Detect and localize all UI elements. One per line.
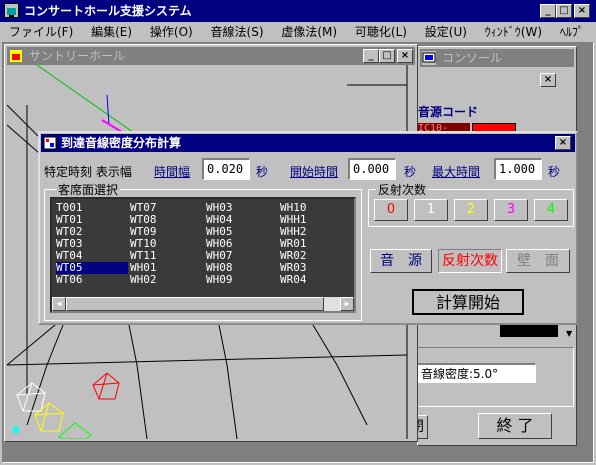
wall-display-button[interactable]: 壁 面 <box>506 249 570 273</box>
reflect-2-button[interactable]: 2 <box>454 199 488 221</box>
hall-title: サントリーホール <box>29 49 126 63</box>
ray-density-dialog: 到達音線密度分布計算 × 特定時刻 表示幅 時間幅 0.020 秒 開始時間 0… <box>38 131 578 325</box>
list-item[interactable]: WH02 <box>130 274 202 286</box>
source-display-button[interactable]: 音 源 <box>370 249 432 273</box>
menu-image[interactable]: 虚像法(M) <box>274 25 344 39</box>
reflect-0-button[interactable]: 0 <box>374 199 408 221</box>
console-scroll-arrow[interactable]: ▼ <box>566 329 576 339</box>
menu-audible[interactable]: 可聴化(L) <box>348 25 414 39</box>
max-time-label[interactable]: 最大時間 <box>432 163 480 180</box>
console-titlebar: コンソール <box>420 49 574 67</box>
console-close-button[interactable]: × <box>540 73 556 87</box>
time-width-unit: 秒 <box>256 165 269 179</box>
start-time-label[interactable]: 開始時間 <box>290 163 338 180</box>
reflect-1-button[interactable]: 1 <box>414 199 448 221</box>
reflect-4-button[interactable]: 4 <box>534 199 568 221</box>
list-item[interactable]: WT06 <box>56 274 128 286</box>
hall-minimize-button[interactable]: _ <box>363 49 379 63</box>
scroll-right-button[interactable]: ▶ <box>340 297 354 311</box>
hall-icon <box>9 49 23 63</box>
reflect-display-button[interactable]: 反射次数 <box>438 249 502 273</box>
dialog-title: 到達音線密度分布計算 <box>61 136 182 150</box>
seat-column-2: WT07 WT08 WT09 WT10 WT11 WH01 WH02 <box>130 202 202 286</box>
maximize-button[interactable]: □ <box>556 4 572 18</box>
app-icon <box>4 3 19 18</box>
seat-list-scrollbar[interactable]: ◀ ▶ <box>52 297 354 311</box>
start-time-field[interactable]: 0.000 <box>348 158 396 180</box>
console-icon <box>422 51 436 65</box>
minimize-button[interactable]: _ <box>540 4 556 18</box>
main-titlebar: コンサートホール支援システム _ □ × <box>0 0 596 22</box>
end-button[interactable]: 終 了 <box>478 413 552 439</box>
dialog-titlebar: 到達音線密度分布計算 × <box>41 134 575 152</box>
source-code-label: 音源コード <box>418 105 479 119</box>
hall-close-button[interactable]: × <box>397 49 413 63</box>
console-title: コンソール <box>442 51 503 65</box>
seat-column-1: T001 WT01 WT02 WT03 WT04 WT05 WT06 <box>56 202 128 286</box>
main-title: コンサートホール支援システム <box>24 4 192 18</box>
time-label: 特定時刻 表示幅 <box>44 165 132 179</box>
dialog-icon <box>43 136 57 150</box>
menu-file[interactable]: ファイル(F) <box>2 25 80 39</box>
hall-maximize-button[interactable]: □ <box>379 49 395 63</box>
seat-list[interactable]: T001 WT01 WT02 WT03 WT04 WT05 WT06 WT07 … <box>50 197 356 313</box>
close-button[interactable]: × <box>574 4 590 18</box>
menu-window[interactable]: ｳｨﾝﾄﾞｳ(W) <box>478 25 549 39</box>
scroll-left-button[interactable]: ◀ <box>52 297 66 311</box>
start-time-unit: 秒 <box>404 165 417 179</box>
seat-column-3: WH03 WH04 WH05 WH06 WH07 WH08 WH09 <box>206 202 278 286</box>
time-width-label[interactable]: 時間幅 <box>154 163 190 180</box>
menu-settings[interactable]: 設定(U) <box>418 25 474 39</box>
list-item[interactable]: WR04 <box>280 274 352 286</box>
menu-ray[interactable]: 音線法(S) <box>204 25 271 39</box>
density-field: 音線密度:5.0° <box>416 363 536 383</box>
hall-titlebar: サントリーホール _ □ × <box>7 47 415 65</box>
list-item[interactable]: WH09 <box>206 274 278 286</box>
menu-bar: ファイル(F) 編集(E) 操作(O) 音線法(S) 虚像法(M) 可聴化(L)… <box>2 23 592 57</box>
menu-operate[interactable]: 操作(O) <box>143 25 200 39</box>
max-time-field[interactable]: 1.000 <box>494 158 542 180</box>
seat-group-label: 客席面選択 <box>56 181 121 198</box>
menu-edit[interactable]: 編集(E) <box>84 25 139 39</box>
reflect-3-button[interactable]: 3 <box>494 199 528 221</box>
calc-start-button[interactable]: 計算開始 <box>412 289 524 315</box>
time-width-field[interactable]: 0.020 <box>202 158 250 180</box>
reflect-group-label: 反射次数 <box>376 181 429 198</box>
max-time-unit: 秒 <box>548 165 561 179</box>
scroll-thumb[interactable] <box>66 297 324 311</box>
dialog-close-button[interactable]: × <box>555 136 571 150</box>
seat-column-4: WH10 WHH1 WHH2 WR01 WR02 WR03 WR04 <box>280 202 352 286</box>
